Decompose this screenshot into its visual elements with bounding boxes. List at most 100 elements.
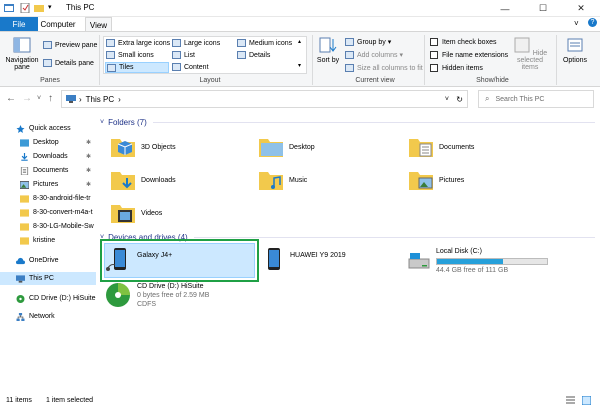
tiles-icon xyxy=(107,63,116,72)
folder-icon xyxy=(20,236,29,245)
hidden-items-toggle[interactable]: Hidden items xyxy=(430,64,483,72)
minimize-button[interactable]: — xyxy=(486,0,524,17)
layout-tiles[interactable]: Tiles xyxy=(105,62,169,73)
back-arrow-icon[interactable]: ← xyxy=(6,93,16,104)
file-name-extensions-toggle[interactable]: File name extensions xyxy=(430,51,508,59)
folder-name: Videos xyxy=(141,209,163,217)
folder-tile-desktop[interactable]: Desktop xyxy=(258,131,408,163)
layout-label: Small icons xyxy=(118,51,154,59)
folder-tile-downloads[interactable]: Downloads xyxy=(110,164,260,196)
new-folder-icon[interactable] xyxy=(34,3,44,13)
layout-list[interactable]: List xyxy=(172,51,195,59)
sidebar-item-network[interactable]: Network xyxy=(0,310,96,323)
add-columns-button[interactable]: Add columns ▾ xyxy=(345,51,403,59)
drive-tile-local-disk-c[interactable]: Local Disk (C:) 44.4 GB free of 111 GB xyxy=(408,247,558,285)
chevron-down-icon: ˅ xyxy=(100,119,105,126)
layout-label: Large icons xyxy=(184,39,221,47)
disk-usage-fill xyxy=(437,259,503,264)
folder-tile-documents[interactable]: Documents xyxy=(408,131,558,163)
checkbox-icon xyxy=(430,38,438,46)
sidebar-item-label: 8-30-LG-Mobile-Sw xyxy=(33,223,94,230)
tab-file[interactable]: File xyxy=(0,17,38,32)
quick-access-dropdown-icon[interactable]: ▾ xyxy=(48,3,58,13)
sidebar-item-folder[interactable]: kristine xyxy=(0,234,96,247)
status-item-count: 11 items xyxy=(6,397,32,404)
folder-tile-3d-objects[interactable]: 3D Objects xyxy=(110,131,260,163)
address-bar-row: ← → ˅ ↑ › This PC › ˅ ↻ ⌕ Search This PC xyxy=(0,89,600,109)
sidebar-item-quick-access[interactable]: Quick access xyxy=(0,122,96,135)
address-dropdown-icon[interactable]: ˅ xyxy=(445,96,449,103)
gallery-scroll-up-icon[interactable]: ▴ xyxy=(298,38,301,45)
options-button[interactable]: Options xyxy=(560,37,590,64)
navigation-pane-button[interactable]: Navigation pane xyxy=(4,37,40,71)
hard-disk-icon xyxy=(408,253,430,269)
up-arrow-icon[interactable]: ↑ xyxy=(48,93,53,104)
layout-extra-large-icons[interactable]: Extra large icons xyxy=(106,39,170,47)
expand-ribbon-icon[interactable]: ˅ xyxy=(574,19,579,28)
properties-icon[interactable] xyxy=(20,3,30,13)
group-divider xyxy=(152,122,595,123)
layout-large-icons[interactable]: Large icons xyxy=(172,39,220,47)
ribbon-separator xyxy=(312,35,313,85)
sort-by-button[interactable]: Sort by xyxy=(316,37,340,64)
tab-computer[interactable]: Computer xyxy=(40,17,76,32)
folder-tile-music[interactable]: Music xyxy=(258,164,408,196)
sidebar-item-cd-drive[interactable]: CD Drive (D:) HiSuite xyxy=(0,292,96,305)
sidebar-item-downloads[interactable]: Downloads ✱ xyxy=(0,150,96,163)
sidebar-item-documents[interactable]: Documents ✱ xyxy=(0,164,96,177)
sidebar-item-desktop[interactable]: Desktop ✱ xyxy=(0,136,96,149)
recent-locations-icon[interactable]: ˅ xyxy=(37,95,41,102)
forward-arrow-icon[interactable]: → xyxy=(22,93,32,104)
sidebar-item-onedrive[interactable]: OneDrive xyxy=(0,254,96,267)
sidebar-item-folder[interactable]: 8-30-LG-Mobile-Sw xyxy=(0,220,96,233)
gallery-more-icon[interactable]: ▾ xyxy=(298,62,301,69)
sidebar-item-folder[interactable]: 8-30-convert-m4a-t xyxy=(0,206,96,219)
device-tile-galaxy-j4[interactable]: Galaxy J4+ xyxy=(105,247,255,285)
layout-details[interactable]: Details xyxy=(237,51,270,59)
pictures-icon xyxy=(20,180,29,189)
search-input[interactable]: ⌕ Search This PC xyxy=(478,90,594,108)
status-bar: 11 items 1 item selected xyxy=(0,393,600,408)
ribbon-separator xyxy=(424,35,425,85)
status-selected-count: 1 item selected xyxy=(45,397,94,404)
close-button[interactable]: ✕ xyxy=(562,0,600,17)
documents-icon xyxy=(20,166,29,175)
tab-view[interactable]: View xyxy=(85,17,112,32)
maximize-button[interactable]: ☐ xyxy=(524,0,562,17)
explorer-icon xyxy=(4,4,14,12)
group-by-icon xyxy=(345,38,354,46)
content-icon xyxy=(172,63,181,71)
options-label: Options xyxy=(562,57,588,64)
layout-label: Medium icons xyxy=(249,39,293,47)
preview-pane-label: Preview pane xyxy=(55,41,98,49)
breadcrumb-this-pc[interactable]: This PC xyxy=(86,95,114,104)
refresh-icon[interactable]: ↻ xyxy=(456,95,463,104)
drive-tile-cd-drive[interactable]: CD Drive (D:) HiSuite 0 bytes free of 2.… xyxy=(105,282,305,320)
folder-tile-pictures[interactable]: Pictures xyxy=(408,164,558,196)
drive-file-system: CDFS xyxy=(137,301,157,308)
computer-icon xyxy=(66,95,76,103)
details-view-icon[interactable] xyxy=(566,396,575,405)
hide-selected-items-button[interactable]: Hide selected items xyxy=(508,37,552,71)
layout-label: Details xyxy=(249,51,271,59)
layout-small-icons[interactable]: Small icons xyxy=(106,51,154,59)
layout-medium-icons[interactable]: Medium icons xyxy=(237,39,292,47)
folder-tile-videos[interactable]: Videos xyxy=(110,197,260,229)
preview-pane-icon xyxy=(43,41,52,49)
sidebar-item-this-pc[interactable]: This PC xyxy=(0,272,96,285)
group-by-button[interactable]: Group by ▾ xyxy=(345,38,391,46)
details-pane-button[interactable]: Details pane xyxy=(43,59,94,67)
preview-pane-button[interactable]: Preview pane xyxy=(43,41,97,49)
sidebar-item-folder[interactable]: 8-30-android-file-tr xyxy=(0,192,96,205)
size-all-columns-button[interactable]: Size all columns to fit xyxy=(345,64,423,72)
device-name: HUAWEI Y9 2019 xyxy=(290,252,346,259)
help-icon[interactable]: ? xyxy=(588,18,597,27)
item-check-boxes-toggle[interactable]: Item check boxes xyxy=(430,38,496,46)
sidebar-item-pictures[interactable]: Pictures ✱ xyxy=(0,178,96,191)
layout-content[interactable]: Content xyxy=(172,63,209,71)
large-icons-view-icon[interactable] xyxy=(582,396,591,405)
address-input[interactable]: › This PC › ˅ ↻ xyxy=(61,90,468,108)
device-tile-huawei[interactable]: HUAWEI Y9 2019 xyxy=(264,247,404,285)
folders-group-header[interactable]: ˅ Folders (7) xyxy=(100,118,595,127)
folder-icon xyxy=(20,222,29,231)
